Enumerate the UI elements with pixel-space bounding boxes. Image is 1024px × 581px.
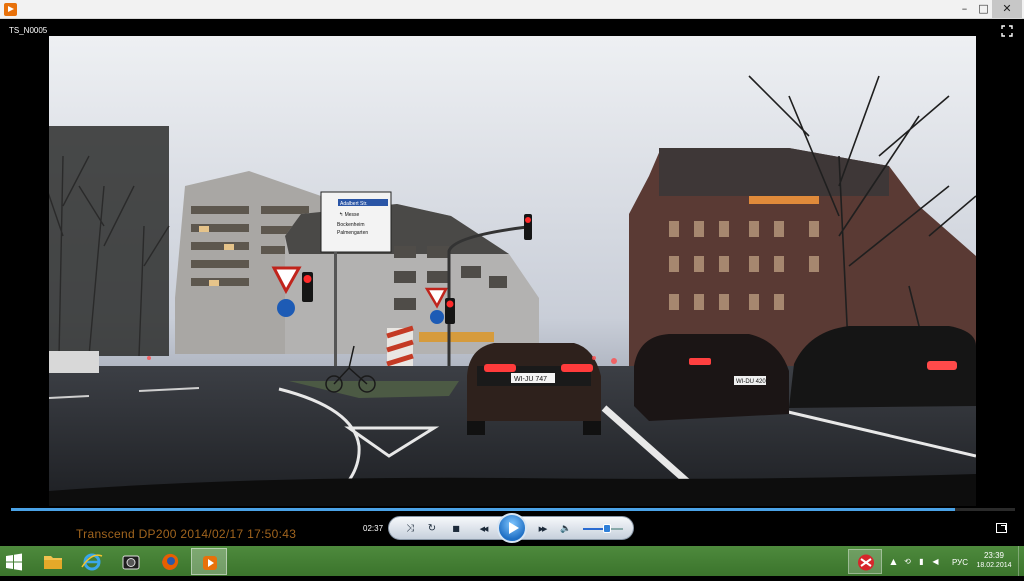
- video-frame[interactable]: Adalbert Str. ↰ Messe Bockenheim Palmeng…: [49, 36, 976, 506]
- repeat-button[interactable]: ↻: [425, 522, 439, 536]
- seek-bar[interactable]: [11, 508, 1015, 511]
- maximize-button[interactable]: □: [975, 0, 992, 18]
- keep-right-sign: [277, 299, 295, 317]
- minimize-button[interactable]: –: [956, 0, 973, 18]
- internet-explorer-icon: [81, 553, 103, 571]
- folder-icon: [44, 556, 62, 569]
- media-player-app-icon: [4, 3, 17, 16]
- media-player-view: TS_N0005 Adalbert Str. ↰ Messe Bockenhei…: [0, 19, 1024, 546]
- taskbar-media-player[interactable]: [191, 548, 227, 575]
- sign-line-3: Bockenheim: [337, 222, 365, 228]
- fullscreen-icon[interactable]: [1001, 25, 1013, 37]
- clock-date[interactable]: 18.02.2014: [976, 562, 1012, 569]
- firefox-icon: [162, 553, 179, 570]
- volume-fill: [583, 528, 605, 530]
- stop-button[interactable]: ■: [449, 522, 463, 536]
- media-player-icon: [203, 556, 217, 570]
- show-desktop-button[interactable]: [1018, 546, 1024, 576]
- file-title: TS_N0005: [9, 26, 48, 35]
- elapsed-time: 02:37: [363, 524, 384, 533]
- windows-logo-icon[interactable]: [5, 553, 23, 571]
- previous-button[interactable]: ◀◀: [473, 522, 493, 536]
- language-indicator[interactable]: РУС: [952, 558, 968, 567]
- sync-icon[interactable]: ⟲: [903, 557, 912, 566]
- play-button[interactable]: [497, 513, 527, 543]
- speaker-icon[interactable]: ◀: [931, 557, 940, 566]
- dashcam-watermark: Transcend DP200 2014/02/17 17:50:43: [76, 527, 297, 541]
- shuffle-button[interactable]: ⤨: [403, 522, 417, 536]
- plate-front-car: WI-JU 747: [514, 376, 547, 383]
- sign-line-1: Adalbert Str.: [340, 201, 368, 207]
- taskbar: ▲ ⟲ ▮ ◀ РУС 23:39 18.02.2014: [0, 546, 1024, 576]
- show-hidden-icons-icon[interactable]: ▲: [889, 557, 898, 566]
- plate-right-car: WI-DU 420: [736, 379, 766, 385]
- car-right-lane: WI-DU 420: [634, 334, 789, 421]
- volume-icon[interactable]: 🔈: [559, 522, 573, 536]
- taskbar-firefox[interactable]: [152, 548, 188, 575]
- sign-line-2: ↰ Messe: [339, 212, 360, 218]
- car-far-right: [789, 326, 976, 408]
- switch-to-library-icon[interactable]: [996, 523, 1007, 533]
- volume-slider-thumb[interactable]: [603, 524, 611, 533]
- taskbar-file-explorer[interactable]: [35, 548, 71, 575]
- camera-icon: [122, 555, 140, 570]
- seek-progress: [11, 508, 955, 511]
- window-title-bar: – □ ✕: [0, 0, 1024, 19]
- taskbar-camera-app[interactable]: [113, 548, 149, 575]
- antivirus-icon: [858, 554, 874, 571]
- clock-time[interactable]: 23:39: [980, 551, 1008, 560]
- close-button[interactable]: ✕: [992, 0, 1022, 18]
- tray-app-button[interactable]: [848, 549, 882, 574]
- playback-controls: ⤨ ↻ ■ ◀◀ ▶▶ 🔈: [388, 513, 634, 543]
- next-button[interactable]: ▶▶: [532, 522, 552, 536]
- taskbar-internet-explorer[interactable]: [74, 548, 110, 575]
- network-icon[interactable]: ▮: [917, 557, 926, 566]
- sign-line-4: Palmengarten: [337, 230, 368, 236]
